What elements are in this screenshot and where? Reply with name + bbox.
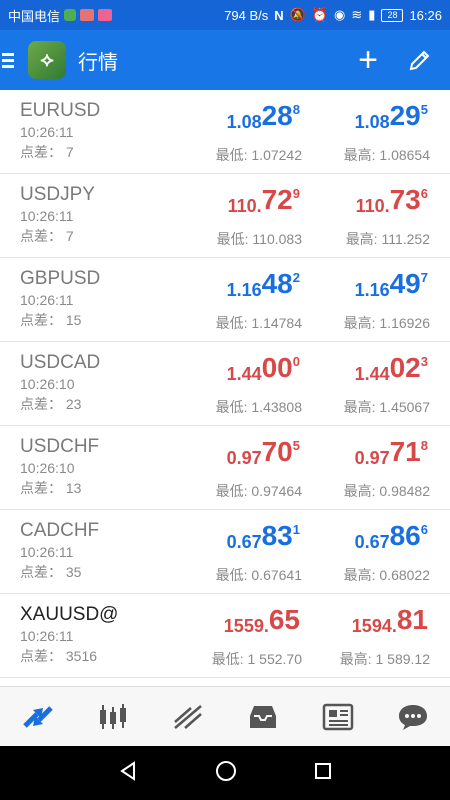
quote-row[interactable]: EURUSD 10:26:11 点差： 7 1.08 28 8 1.08 29 5 最低… [0,90,450,174]
quotes-list: EURUSD 10:26:11 点差： 7 1.08 28 8 1.08 29 5 最低… [0,90,450,686]
bid-price[interactable]: 0.67 83 1 [227,520,300,553]
ask-price[interactable]: 1.44 02 3 [355,352,428,385]
edit-icon[interactable] [408,48,432,72]
ask-price[interactable]: 1.16 49 7 [355,268,428,301]
inbox-icon[interactable] [241,695,285,739]
news-icon[interactable] [316,695,360,739]
eye-icon: ◉ [334,7,346,22]
quote-row[interactable]: USDCHF 10:26:10 点差： 13 0.97 70 5 0.97 71 8 最… [0,426,450,510]
quote-row[interactable]: CADCHF 10:26:11 点差： 35 0.67 83 1 0.67 86 6 最… [0,510,450,594]
low-price: 最低: 1.14784 [215,315,302,331]
low-price: 最低: 0.67641 [215,567,302,583]
low-price: 最低: 1.07242 [215,147,302,163]
spread: 点差： 15 [20,312,82,328]
symbol: USDCHF [20,436,100,457]
quote-row[interactable]: GBPUSD 10:26:11 点差： 15 1.16 48 2 1.16 49 7 最… [0,258,450,342]
page-title: 行情 [78,51,118,74]
quote-time: 10:26:11 [20,292,74,308]
high-price: 最高: 1.16926 [343,315,430,331]
symbol: USDJPY [20,184,95,205]
system-nav-bar [0,746,450,800]
wechat-icon [64,9,77,21]
notification-icon [80,9,95,21]
bid-price[interactable]: 1.44 00 0 [227,352,300,385]
ask-price[interactable]: 110. 73 6 [356,184,428,217]
quote-row[interactable]: USDCAD 10:26:10 点差： 23 1.44 00 0 1.44 02 3 最… [0,342,450,426]
battery-icon: 28 [381,8,404,22]
spread: 点差： 7 [20,144,74,160]
spread: 点差： 35 [20,564,82,580]
bottom-nav [0,686,450,747]
nfc-icon: N [274,7,284,23]
high-price: 最高: 1.08654 [343,147,430,163]
mute-icon: 🔕 [289,7,306,22]
calendar-icon [98,9,113,21]
network-speed: 794 B/s [224,7,269,23]
wifi-icon: ≋ [351,7,363,22]
spread: 点差： 13 [20,480,82,496]
chat-icon[interactable] [391,695,435,739]
quote-time: 10:26:11 [20,628,74,644]
spread: 点差： 3516 [20,648,98,664]
symbol: CADCHF [20,520,100,541]
ask-price[interactable]: 1.08 29 5 [355,100,428,133]
symbol: GBPUSD [20,268,101,289]
high-price: 最高: 1.45067 [343,399,430,415]
quote-row[interactable]: XAUUSD@ 10:26:11 点差： 3516 1559. 65 1594. 8… [0,594,450,678]
trade-icon[interactable] [166,695,210,739]
metatrader-logo[interactable]: ⟡ [28,41,66,79]
bid-price[interactable]: 1.16 48 2 [227,268,300,301]
bid-price[interactable]: 0.97 70 5 [227,436,300,469]
spread: 点差： 23 [20,396,82,412]
signal-icon: ▮ [368,7,376,22]
chart-candles-icon[interactable] [91,695,135,739]
app-bar: ⟡ 行情 + [0,30,450,90]
high-price: 最高: 111.252 [345,231,430,247]
ask-price[interactable]: 1594. 81 [352,604,428,637]
bid-price[interactable]: 1559. 65 [224,604,300,637]
ask-price[interactable]: 0.67 86 6 [355,520,428,553]
bid-price[interactable]: 1.08 28 8 [227,100,300,133]
bid-price[interactable]: 110. 72 9 [228,184,300,217]
back-icon[interactable] [117,760,139,787]
carrier-label: 中国电信 [8,8,61,24]
menu-icon[interactable] [2,52,22,68]
high-price: 最高: 0.98482 [343,483,430,499]
quote-time: 10:26:11 [20,124,74,140]
high-price: 最高: 0.68022 [343,567,430,583]
status-bar: 中国电信 794 B/s N 🔕 ⏰ ◉ ≋ ▮ 28 16:26 [0,0,450,30]
clock: 16:26 [409,7,442,23]
quote-time: 10:26:10 [20,460,75,476]
add-symbol-icon[interactable]: + [358,43,378,77]
alarm-icon: ⏰ [311,7,329,22]
quote-time: 10:26:11 [20,208,74,224]
high-price: 最高: 1 589.12 [339,651,430,667]
quotes-icon[interactable] [16,695,60,739]
symbol: EURUSD [20,100,101,121]
quote-time: 10:26:11 [20,544,74,560]
recents-icon[interactable] [313,761,333,786]
ask-price[interactable]: 0.97 71 8 [355,436,428,469]
quote-row[interactable]: USDJPY 10:26:11 点差： 7 110. 72 9 110. 73 6 最低… [0,174,450,258]
low-price: 最低: 1.43808 [215,399,302,415]
home-icon[interactable] [214,759,238,788]
low-price: 最低: 1 552.70 [211,651,302,667]
quote-time: 10:26:10 [20,376,75,392]
symbol: XAUUSD@ [20,604,119,625]
spread: 点差： 7 [20,228,74,244]
symbol: USDCAD [20,352,101,373]
low-price: 最低: 110.083 [216,231,302,247]
low-price: 最低: 0.97464 [215,483,302,499]
